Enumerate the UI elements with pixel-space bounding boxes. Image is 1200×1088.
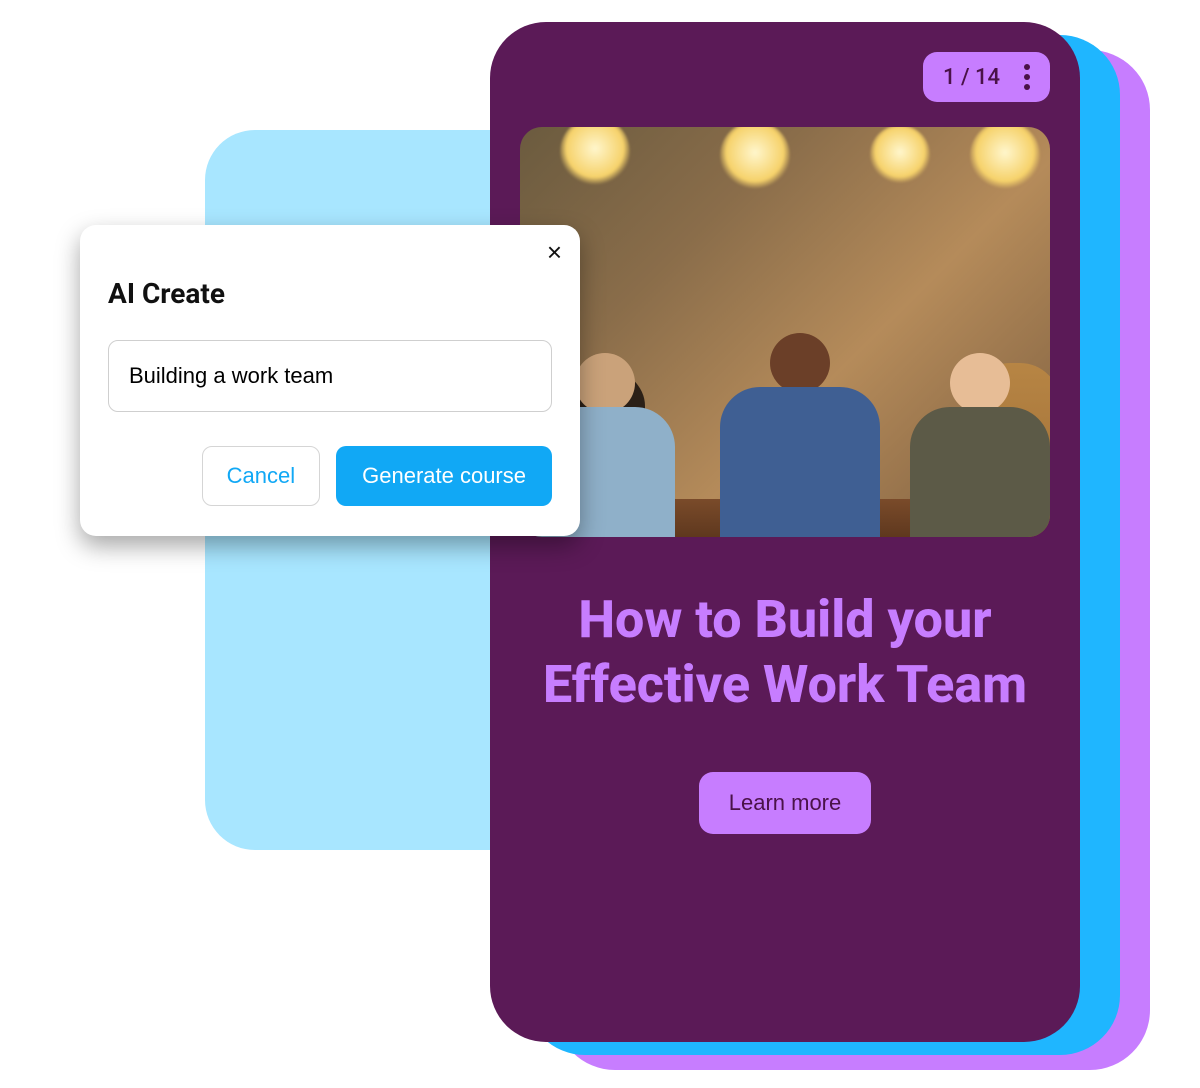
- lamp-icon: [870, 127, 930, 185]
- course-title: How to Build your Effective Work Team: [520, 587, 1050, 717]
- modal-title: AI Create: [108, 277, 552, 310]
- person-illustration: [910, 293, 1050, 537]
- course-hero-image: [520, 127, 1050, 537]
- course-topic-input[interactable]: [108, 340, 552, 412]
- cancel-button[interactable]: Cancel: [202, 446, 320, 506]
- course-preview-card: 1 / 14 How to Build your Effective Work …: [490, 22, 1080, 1042]
- close-icon[interactable]: ×: [547, 239, 562, 265]
- person-illustration: [720, 273, 880, 537]
- generate-course-button[interactable]: Generate course: [336, 446, 552, 506]
- page-indicator-pill[interactable]: 1 / 14: [923, 52, 1050, 102]
- page-indicator-text: 1 / 14: [943, 65, 1000, 90]
- ai-create-modal: × AI Create Cancel Generate course: [80, 225, 580, 536]
- lamp-icon: [720, 127, 790, 191]
- lamp-icon: [560, 127, 630, 187]
- modal-actions: Cancel Generate course: [108, 446, 552, 506]
- more-menu-icon[interactable]: [1018, 64, 1036, 90]
- course-header: 1 / 14: [520, 52, 1050, 102]
- learn-more-button[interactable]: Learn more: [699, 772, 872, 834]
- lamp-icon: [970, 127, 1040, 191]
